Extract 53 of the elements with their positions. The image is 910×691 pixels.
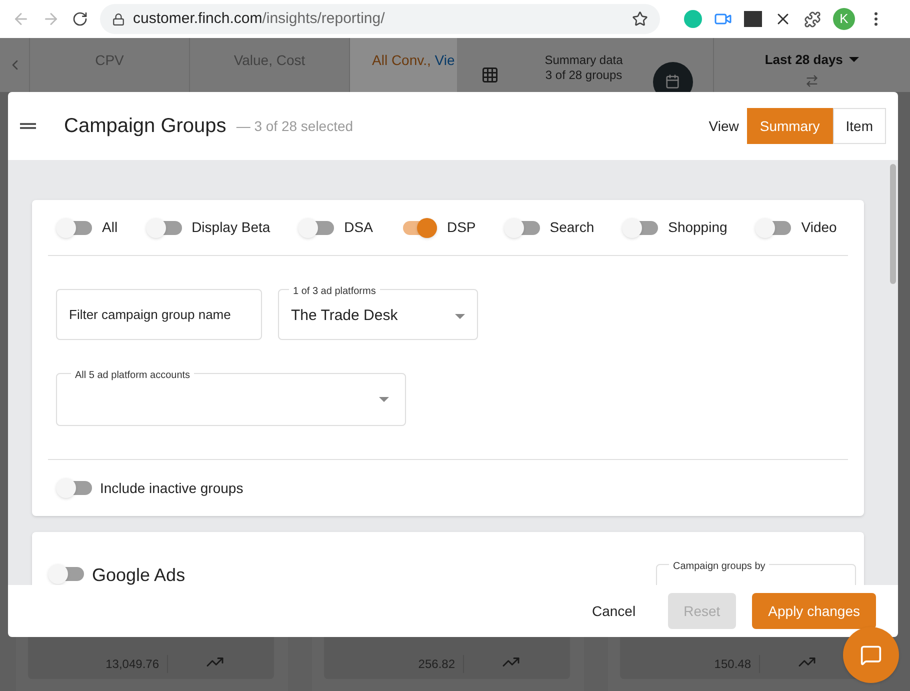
url-text: customer.finch.com/insights/reporting/ bbox=[133, 8, 385, 29]
toggle-label: All bbox=[102, 218, 118, 237]
chat-bubble-icon bbox=[860, 644, 882, 666]
metric-tab[interactable]: All Conv., Vie bbox=[350, 38, 457, 92]
drag-handle-icon[interactable] bbox=[20, 123, 36, 129]
select-value: The Trade Desk bbox=[291, 306, 398, 326]
metric-subvalue: 13,049.76 bbox=[28, 655, 168, 673]
toggle-switch[interactable] bbox=[146, 218, 182, 238]
toggle-switch[interactable] bbox=[622, 218, 658, 238]
selection-count: — 3 of 28 selected bbox=[236, 116, 354, 136]
address-bar[interactable]: customer.finch.com/insights/reporting/ bbox=[100, 4, 660, 34]
toggle-label: Search bbox=[550, 218, 594, 237]
view-label: View bbox=[708, 116, 739, 136]
toggle-label: Shopping bbox=[668, 218, 728, 237]
grid-icon[interactable] bbox=[480, 66, 499, 84]
select-label: All 5 ad platform accounts bbox=[71, 368, 194, 383]
toggle-switch[interactable] bbox=[504, 218, 540, 238]
toggle-label: DSP bbox=[446, 218, 476, 237]
toggle-switch[interactable] bbox=[56, 218, 92, 238]
calendar-icon bbox=[665, 74, 680, 89]
toggle-switch[interactable] bbox=[298, 218, 334, 238]
bookmark-star-icon[interactable] bbox=[632, 11, 648, 27]
section-title: Google Ads bbox=[92, 564, 186, 585]
puzzle-icon[interactable] bbox=[804, 10, 821, 28]
toggle-switch[interactable] bbox=[48, 564, 84, 584]
summary-title: Summary data bbox=[544, 53, 623, 68]
toggle-label: Display Beta bbox=[192, 218, 270, 237]
name-filter-field[interactable]: Filter campaign group name bbox=[56, 289, 262, 340]
lock-icon bbox=[112, 12, 125, 26]
reload-icon[interactable] bbox=[72, 11, 88, 27]
toggle-switch[interactable] bbox=[56, 478, 92, 498]
apply-button[interactable]: Apply changes bbox=[752, 593, 876, 629]
toggle-label: Video bbox=[801, 218, 837, 237]
compare-icon[interactable] bbox=[804, 74, 819, 88]
view-toggle-button[interactable]: Item bbox=[832, 108, 886, 144]
summary-count: 3 of 28 groups bbox=[545, 68, 622, 83]
toggle-switch[interactable] bbox=[755, 218, 792, 238]
date-range-dropdown[interactable]: Last 28 days bbox=[764, 50, 843, 70]
dropdown-arrow-icon bbox=[455, 314, 465, 319]
select-label: 1 of 3 ad platforms bbox=[289, 284, 380, 299]
dropdown-arrow-icon bbox=[379, 397, 389, 402]
toggle-label: Include inactive groups bbox=[100, 478, 244, 498]
forward-icon[interactable] bbox=[42, 10, 60, 28]
metric-subvalue: 256.82 bbox=[324, 655, 464, 673]
toggle-label: DSA bbox=[344, 218, 373, 237]
toggle-switch[interactable] bbox=[400, 218, 437, 238]
profile-avatar[interactable]: K bbox=[833, 8, 855, 30]
metric-subvalue: 150.48 bbox=[620, 655, 760, 673]
select-label: Campaign groups by bbox=[669, 559, 770, 574]
back-icon[interactable] bbox=[12, 10, 30, 28]
dropdown-arrow-icon[interactable] bbox=[848, 57, 859, 62]
dialog-title: Campaign Groups bbox=[64, 114, 226, 139]
view-toggle-button[interactable]: Summary bbox=[746, 108, 833, 144]
